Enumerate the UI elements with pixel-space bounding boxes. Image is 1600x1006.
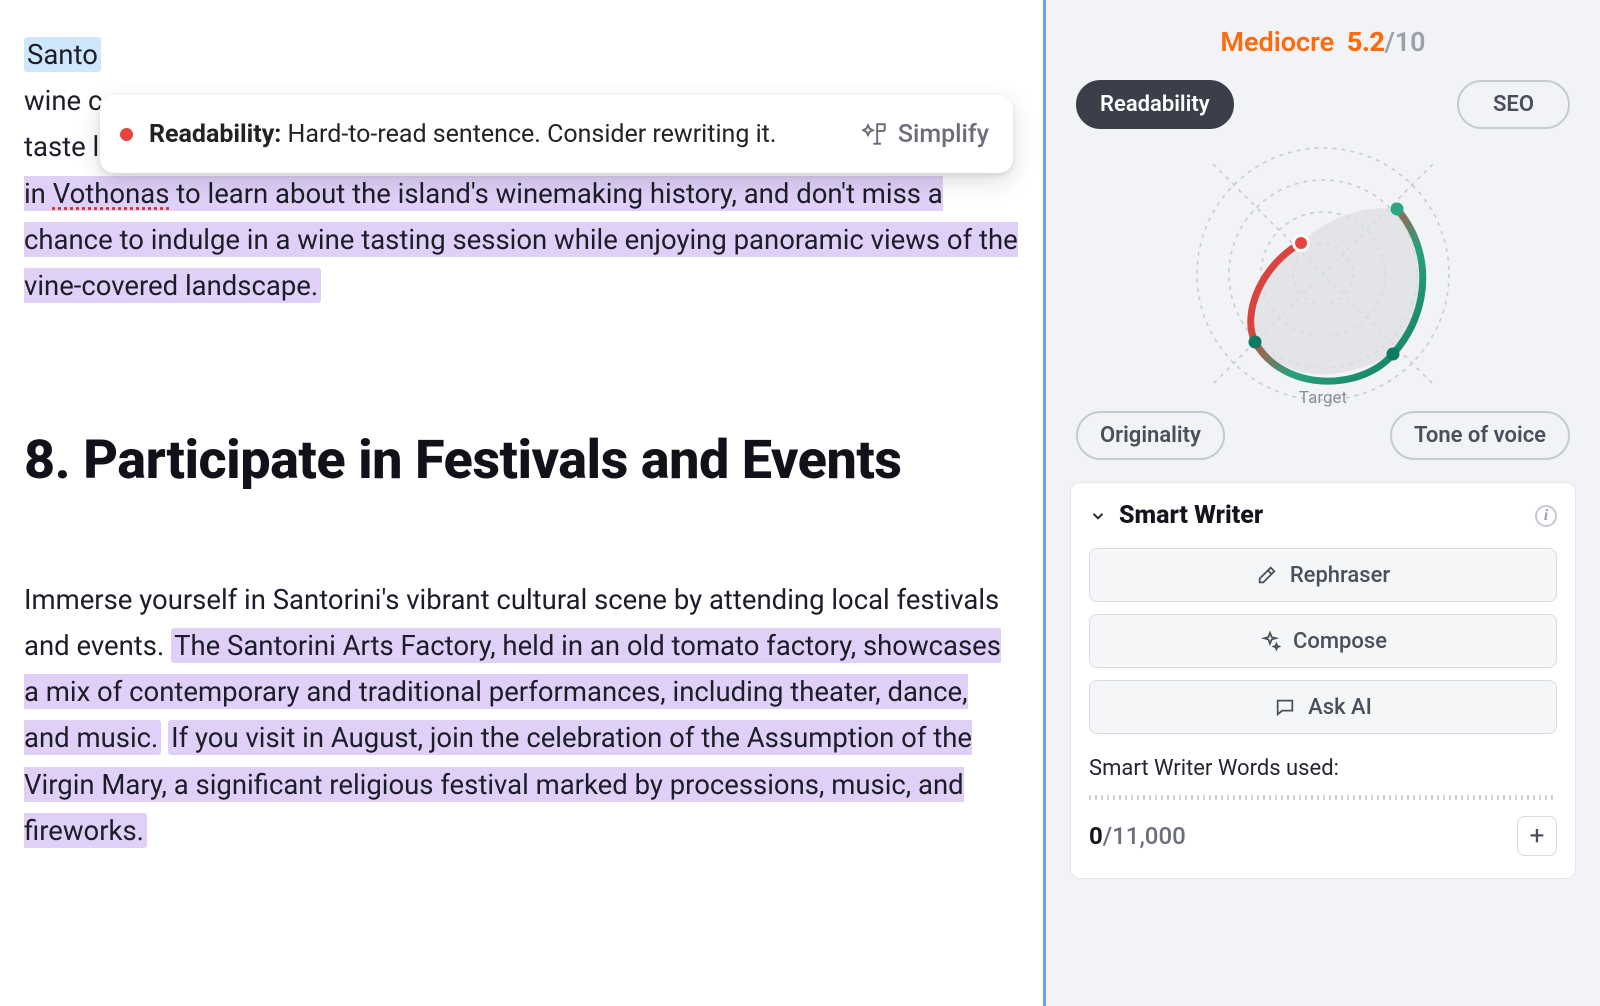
pill-tone-of-voice[interactable]: Tone of voice: [1390, 411, 1570, 460]
heading-section-8: 8. Participate in Festivals and Events: [24, 429, 1019, 493]
ask-ai-button[interactable]: Ask AI: [1089, 680, 1557, 734]
pill-seo[interactable]: SEO: [1457, 80, 1570, 129]
suggestion-message: Readability: Hard-to-read sentence. Cons…: [149, 120, 846, 149]
usage-values: 0/11,000: [1089, 822, 1186, 850]
smart-writer-card: Smart Writer i Rephraser Compose Ask AI …: [1070, 482, 1576, 879]
compose-button[interactable]: Compose: [1089, 614, 1557, 668]
info-icon[interactable]: i: [1535, 505, 1557, 527]
sparkle-icon: [1259, 630, 1281, 652]
analysis-sidebar: Mediocre 5.2/10 Readability SEO Original…: [1046, 0, 1600, 1006]
add-words-button[interactable]: +: [1517, 816, 1557, 856]
text-fragment: wine c: [24, 84, 102, 117]
paragraph-festivals[interactable]: Immerse yourself in Santorini's vibrant …: [24, 577, 1019, 854]
chat-icon: [1274, 696, 1296, 718]
wand-icon: [862, 121, 888, 147]
severity-dot-icon: [120, 128, 133, 141]
simplify-button[interactable]: Simplify: [862, 120, 989, 149]
smart-writer-title: Smart Writer: [1119, 501, 1523, 530]
editor-pane[interactable]: Santo wine c taste local varieties such …: [0, 0, 1046, 1006]
radar-target-label: Target: [1299, 388, 1347, 408]
radar-chart: Target: [1193, 144, 1453, 404]
pill-originality[interactable]: Originality: [1076, 411, 1225, 460]
readability-suggestion-popup: Readability: Hard-to-read sentence. Cons…: [100, 95, 1013, 173]
pill-readability[interactable]: Readability: [1076, 80, 1234, 129]
score-outof: /10: [1384, 26, 1425, 58]
chevron-down-icon[interactable]: [1089, 507, 1107, 525]
term-vothonas: Vothonas: [53, 177, 170, 210]
lead-highlight: Santo: [24, 37, 101, 72]
rephraser-button[interactable]: Rephraser: [1089, 548, 1557, 602]
score-label: Mediocre: [1220, 26, 1334, 58]
edit-icon: [1256, 564, 1278, 586]
smart-writer-usage: Smart Writer Words used: 0/11,000 +: [1089, 756, 1557, 856]
score-value: 5.2: [1347, 26, 1385, 58]
radar-chart-area: Readability SEO Originality Tone of voic…: [1070, 80, 1576, 460]
usage-label: Smart Writer Words used:: [1089, 756, 1557, 781]
overall-score: Mediocre 5.2/10: [1070, 26, 1576, 58]
usage-bar: [1089, 795, 1557, 800]
